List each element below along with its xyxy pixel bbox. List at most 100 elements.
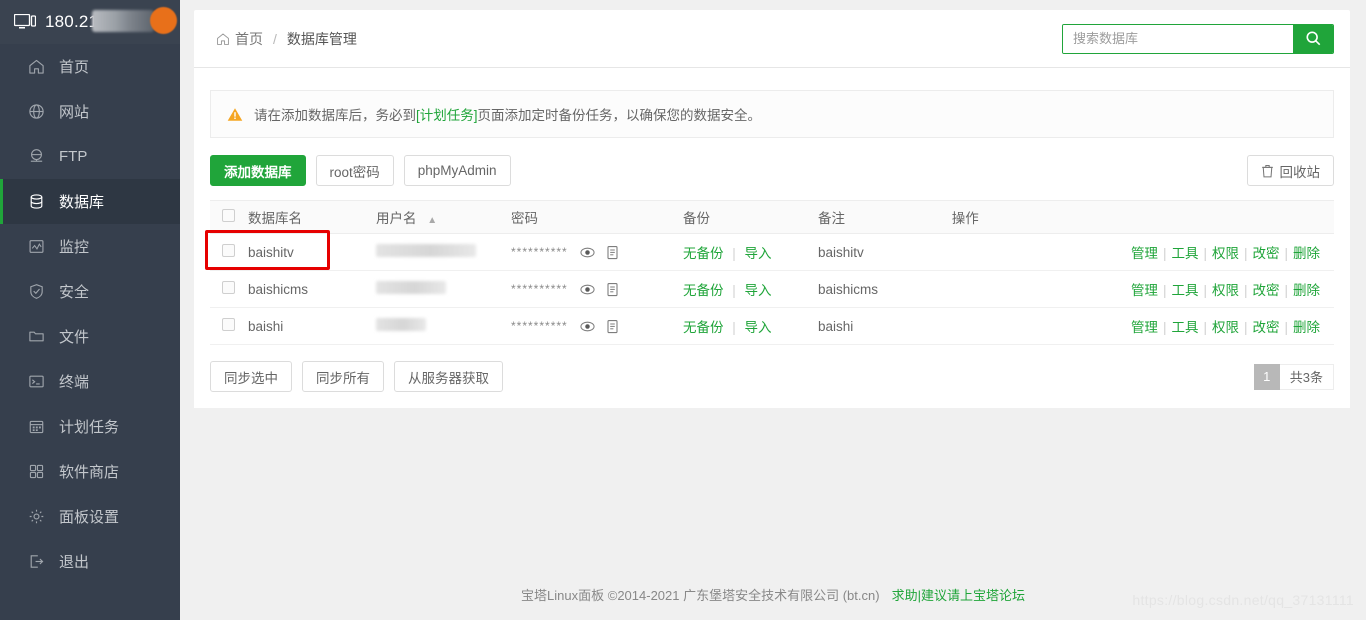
cell-backup: 无备份 | 导入 (677, 270, 812, 308)
copy-icon[interactable] (606, 319, 619, 334)
copy-icon[interactable] (606, 245, 619, 260)
search-button[interactable] (1293, 24, 1333, 53)
cell-backup: 无备份 | 导入 (677, 233, 812, 271)
recycle-bin-button[interactable]: 回收站 (1246, 155, 1334, 186)
ops-divider: | (1284, 246, 1288, 261)
table-body: baishitv ********** 无备份 | 导入 baishitv 管理… (210, 233, 1334, 345)
bottom-bar: 同步选中 同步所有 从服务器获取 1 共3条 (210, 361, 1334, 392)
add-database-button[interactable]: 添加数据库 (210, 155, 306, 186)
delete-link[interactable]: 删除 (1293, 320, 1320, 335)
table-container: 数据库名 用户名 ▲ 密码 备份 备注 操作 baishitv ********… (205, 200, 1334, 345)
row-checkbox[interactable] (222, 281, 235, 294)
action-toolbar: 添加数据库 root密码 phpMyAdmin 回收站 (210, 155, 1334, 186)
table-header-row: 数据库名 用户名 ▲ 密码 备份 备注 操作 (210, 200, 1334, 234)
ops-divider: | (1284, 320, 1288, 335)
eye-icon[interactable] (580, 247, 596, 258)
column-backup[interactable]: 备份 (677, 200, 812, 234)
sidebar-item-label: 安全 (59, 284, 90, 301)
import-link[interactable]: 导入 (745, 320, 772, 335)
delete-link[interactable]: 删除 (1293, 283, 1320, 298)
cell-divider: | (732, 320, 736, 335)
tools-link[interactable]: 工具 (1171, 246, 1198, 261)
sidebar-item-website[interactable]: 网站 (0, 89, 180, 134)
cell-db-name: baishitv (242, 233, 370, 271)
sidebar-item-crontab[interactable]: 计划任务 (0, 404, 180, 449)
sidebar-item-label: 网站 (59, 104, 90, 121)
breadcrumb-home[interactable]: 首页 (235, 29, 263, 49)
row-checkbox[interactable] (222, 318, 235, 331)
crontab-link[interactable]: [计划任务] (416, 104, 478, 124)
globe-icon (26, 102, 46, 122)
column-operations: 操作 (945, 200, 1334, 234)
sync-all-button[interactable]: 同步所有 (302, 361, 384, 392)
column-note[interactable]: 备注 (812, 200, 946, 234)
brand-header: 180.215. (0, 0, 180, 44)
sidebar-item-ftp[interactable]: FTP (0, 134, 180, 179)
delete-link[interactable]: 删除 (1293, 246, 1320, 261)
ops-divider: | (1203, 246, 1207, 261)
sort-asc-icon[interactable]: ▲ (427, 215, 437, 226)
manage-link[interactable]: 管理 (1131, 283, 1158, 298)
no-backup-link[interactable]: 无备份 (683, 246, 724, 261)
app-root: 180.215. 首页 网站 FTP 数据库 监控 安全 文件 终端 计划任务 … (0, 0, 1366, 620)
root-password-button[interactable]: root密码 (315, 155, 394, 186)
import-link[interactable]: 导入 (745, 283, 772, 298)
sidebar-item-label: 文件 (59, 329, 90, 346)
select-all-checkbox[interactable] (222, 209, 235, 222)
sync-selected-button[interactable]: 同步选中 (210, 361, 292, 392)
cell-db-name: baishicms (242, 270, 370, 308)
permission-link[interactable]: 权限 (1212, 283, 1239, 298)
ops-divider: | (1284, 283, 1288, 298)
cell-note: baishicms (812, 270, 946, 308)
password-mask: ********** (511, 282, 568, 297)
sidebar-item-logout[interactable]: 退出 (0, 539, 180, 584)
tools-link[interactable]: 工具 (1171, 320, 1198, 335)
change-password-link[interactable]: 改密 (1252, 246, 1279, 261)
manage-link[interactable]: 管理 (1131, 246, 1158, 261)
fetch-from-server-button[interactable]: 从服务器获取 (394, 361, 503, 392)
no-backup-link[interactable]: 无备份 (683, 320, 724, 335)
sidebar-item-database[interactable]: 数据库 (0, 179, 180, 224)
column-password[interactable]: 密码 (505, 200, 677, 234)
phpmyadmin-button[interactable]: phpMyAdmin (403, 155, 511, 186)
import-link[interactable]: 导入 (745, 246, 772, 261)
notice-text-after: 页面添加定时备份任务，以确保您的数据安全。 (477, 108, 762, 123)
sidebar-item-files[interactable]: 文件 (0, 314, 180, 359)
sidebar-item-terminal[interactable]: 终端 (0, 359, 180, 404)
sidebar-item-settings[interactable]: 面板设置 (0, 494, 180, 539)
permission-link[interactable]: 权限 (1212, 246, 1239, 261)
recycle-bin-label: 回收站 (1279, 164, 1321, 180)
avatar[interactable] (150, 7, 177, 34)
change-password-link[interactable]: 改密 (1252, 320, 1279, 335)
table-row[interactable]: baishicms ********** 无备份 | 导入 baishicms … (210, 270, 1334, 308)
sidebar-item-home[interactable]: 首页 (0, 44, 180, 89)
home-icon (216, 32, 230, 46)
column-db-name[interactable]: 数据库名 (242, 200, 370, 234)
table-row[interactable]: baishitv ********** 无备份 | 导入 baishitv 管理… (210, 233, 1334, 271)
permission-link[interactable]: 权限 (1212, 320, 1239, 335)
no-backup-link[interactable]: 无备份 (683, 283, 724, 298)
manage-link[interactable]: 管理 (1131, 320, 1158, 335)
ops-divider: | (1162, 283, 1167, 298)
column-username[interactable]: 用户名 ▲ (370, 200, 505, 234)
sidebar-item-monitor[interactable]: 监控 (0, 224, 180, 269)
change-password-link[interactable]: 改密 (1252, 283, 1279, 298)
eye-icon[interactable] (580, 321, 596, 332)
search-input[interactable] (1063, 24, 1293, 53)
forum-link[interactable]: 求助|建议请上宝塔论坛 (892, 585, 1025, 604)
eye-icon[interactable] (580, 284, 596, 295)
sidebar-item-security[interactable]: 安全 (0, 269, 180, 314)
table-row[interactable]: baishi ********** 无备份 | 导入 baishi 管理 | 工… (210, 307, 1334, 345)
password-mask: ********** (511, 245, 568, 260)
ops-divider: | (1243, 283, 1248, 298)
row-checkbox[interactable] (222, 244, 235, 257)
shield-icon (26, 282, 46, 302)
sidebar-item-appstore[interactable]: 软件商店 (0, 449, 180, 494)
tools-link[interactable]: 工具 (1171, 283, 1198, 298)
cell-divider: | (732, 246, 736, 261)
cell-operations: 管理 | 工具 | 权限 | 改密 | 删除 (945, 270, 1334, 308)
copy-icon[interactable] (606, 282, 619, 297)
page-number[interactable]: 1 (1253, 363, 1280, 390)
database-icon (26, 192, 46, 212)
trash-icon (1261, 164, 1274, 178)
